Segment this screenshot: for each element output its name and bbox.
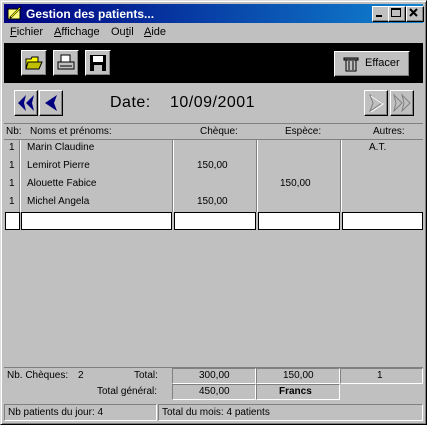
date-label: Date: [110,94,151,111]
total-cheque-box: 300,00 [172,368,256,384]
open-button[interactable] [21,50,47,76]
row-espece: 150,00 [280,178,311,189]
new-cheque-input[interactable] [174,212,256,230]
window-title: Gestion des patients... [26,7,155,21]
header-name: Noms et prénoms: [30,126,112,137]
save-button[interactable] [85,50,111,76]
total-autres: 1 [377,370,383,381]
nb-cheques-value: 2 [78,370,84,381]
header-cheque: Chèque: [200,126,238,137]
total-general-box: 450,00 [172,384,256,400]
double-left-arrow-icon [18,95,34,111]
status-patients-jour-text: Nb patients du jour: 4 [8,407,104,418]
row-cheque: 150,00 [197,196,228,207]
maximize-icon [391,8,401,17]
date-navigation: Date: 10/09/2001 [4,86,423,122]
row-nb: 1 [9,160,15,171]
open-folder-icon [25,56,43,70]
main-window: Gestion des patients... Fichier Affichag… [0,0,427,425]
total-cheque: 300,00 [199,370,230,381]
total-espece-box: 150,00 [256,368,340,384]
new-autres-input[interactable] [342,212,423,230]
header-divider [4,139,423,140]
row-cheque: 150,00 [197,160,228,171]
new-espece-input[interactable] [258,212,340,230]
currency-label: Francs [279,386,312,397]
title-bar[interactable]: Gestion des patients... [4,4,424,23]
patients-grid: Nb: Noms et prénoms: Chèque: Espèce: Aut… [4,123,423,369]
maximize-button[interactable] [388,6,406,22]
floppy-disk-icon [90,55,106,71]
status-total-mois-text: Total du mois: 4 patients [162,407,270,418]
menu-outil[interactable]: Outil [111,26,134,38]
date-value: 10/09/2001 [170,94,256,111]
row-autres: A.T. [369,142,387,153]
trash-can-icon [343,57,359,72]
total-label: Total: [134,370,158,381]
printer-icon [57,54,75,70]
col-sep-1-hl [20,139,21,212]
toolbar: Effacer [4,43,423,83]
close-icon [409,8,418,17]
row-name: Michel Angela [27,196,90,207]
status-total-mois: Total du mois: 4 patients [158,404,423,421]
total-espece: 150,00 [283,370,314,381]
new-name-input[interactable] [21,212,172,230]
grid-top-border [4,123,423,124]
menu-bar: Fichier Affichage Outil Aide [4,24,423,42]
total-general-label: Total général: [97,386,158,397]
next-date-button[interactable] [364,90,388,116]
nb-cheques-label: Nb. Chèques: [7,370,69,381]
new-nb-input[interactable] [5,212,20,230]
minimize-icon [376,15,382,17]
menu-fichier[interactable]: Fichier [10,26,43,38]
total-autres-box: 1 [340,368,423,384]
status-bar: Nb patients du jour: 4 Total du mois: 4 … [4,403,423,421]
row-nb: 1 [9,178,15,189]
previous-date-button[interactable] [39,90,63,116]
header-nb: Nb: [6,126,22,137]
row-name: Marin Claudine [27,142,95,153]
header-autres: Autres: [373,126,405,137]
print-button[interactable] [53,50,79,76]
menu-affichage[interactable]: Affichage [54,26,100,38]
total-general-value: 450,00 [199,386,230,397]
first-date-button[interactable] [14,90,38,116]
last-date-button[interactable] [390,90,414,116]
effacer-button[interactable]: Effacer [334,51,410,77]
row-name: Lemirot Pierre [27,160,90,171]
menu-aide[interactable]: Aide [144,26,166,38]
double-right-arrow-disabled-icon [393,93,411,113]
row-nb: 1 [9,142,15,153]
row-nb: 1 [9,196,15,207]
row-name: Alouette Fabice [27,178,97,189]
col-sep-3-hl [257,139,258,212]
left-arrow-icon [45,95,57,111]
close-button[interactable] [406,6,424,22]
status-patients-jour: Nb patients du jour: 4 [4,404,157,421]
effacer-label: Effacer [365,57,400,69]
currency-box: Francs [256,384,340,400]
totals-footer: Nb. Chèques: 2 Total: 300,00 150,00 1 To… [4,367,423,401]
header-espece: Espèce: [285,126,322,137]
col-sep-2-hl [173,139,174,212]
col-sep-4-hl [341,139,342,212]
app-pencil-icon [7,6,22,20]
right-arrow-disabled-icon [368,93,384,113]
